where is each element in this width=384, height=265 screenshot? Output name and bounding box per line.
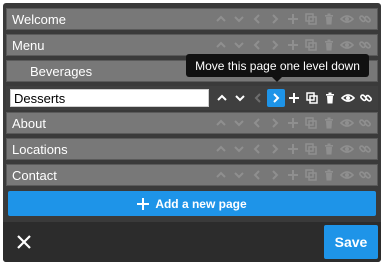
chevron-right-icon[interactable] [266, 166, 284, 184]
copy-icon[interactable] [302, 10, 320, 28]
page-row-desserts[interactable] [6, 86, 378, 110]
row-toolbar [212, 165, 374, 185]
tooltip-arrow [272, 77, 282, 82]
link-icon[interactable] [356, 36, 374, 54]
plus-icon[interactable] [284, 166, 302, 184]
link-icon[interactable] [356, 140, 374, 158]
chevron-down-icon[interactable] [230, 36, 248, 54]
page-row-label: Menu [12, 37, 45, 53]
chevron-left-icon[interactable] [248, 114, 266, 132]
chevron-up-icon[interactable] [212, 36, 230, 54]
chevron-left-icon[interactable] [248, 36, 266, 54]
add-page-label: Add a new page [155, 196, 247, 211]
plus-icon[interactable] [285, 89, 303, 107]
chevron-left-icon[interactable] [248, 140, 266, 158]
copy-icon[interactable] [302, 166, 320, 184]
page-row-label: About [12, 115, 46, 131]
chevron-down-icon[interactable] [230, 10, 248, 28]
chevron-down-icon[interactable] [230, 140, 248, 158]
page-manager-panel: Welcome Menu Beverages Desserts About Lo… [3, 3, 381, 262]
row-toolbar [212, 9, 374, 29]
chevron-up-icon[interactable] [212, 140, 230, 158]
eye-icon[interactable] [338, 140, 356, 158]
chevron-right-icon[interactable] [266, 10, 284, 28]
chevron-left-icon[interactable] [249, 89, 267, 107]
row-toolbar [213, 86, 375, 110]
tooltip-text: Move this page one level down [195, 58, 360, 73]
chevron-up-icon[interactable] [212, 114, 230, 132]
save-button[interactable]: Save [324, 225, 378, 259]
link-icon[interactable] [356, 10, 374, 28]
plus-icon[interactable] [284, 10, 302, 28]
trash-icon[interactable] [320, 166, 338, 184]
add-page-button[interactable]: Add a new page [8, 191, 376, 216]
eye-icon[interactable] [338, 10, 356, 28]
chevron-left-icon[interactable] [248, 166, 266, 184]
plus-icon[interactable] [284, 140, 302, 158]
footer-bar: Save [3, 222, 381, 262]
link-icon[interactable] [356, 114, 374, 132]
chevron-right-icon[interactable] [266, 140, 284, 158]
trash-icon[interactable] [320, 140, 338, 158]
chevron-right-icon[interactable] [266, 114, 284, 132]
tooltip: Move this page one level down [186, 54, 369, 82]
row-toolbar [212, 139, 374, 159]
chevron-down-icon[interactable] [231, 89, 249, 107]
copy-icon[interactable] [302, 140, 320, 158]
chevron-left-icon[interactable] [248, 10, 266, 28]
link-icon[interactable] [357, 89, 375, 107]
chevron-down-icon[interactable] [230, 114, 248, 132]
copy-icon[interactable] [303, 89, 321, 107]
plus-icon[interactable] [284, 114, 302, 132]
eye-icon[interactable] [338, 166, 356, 184]
close-icon[interactable] [15, 233, 33, 251]
page-row-about[interactable]: About [6, 112, 378, 134]
plus-icon [137, 197, 150, 210]
row-toolbar [212, 35, 374, 55]
trash-icon[interactable] [320, 36, 338, 54]
page-row-welcome[interactable]: Welcome [6, 8, 378, 30]
plus-icon[interactable] [284, 36, 302, 54]
eye-icon[interactable] [339, 89, 357, 107]
page-row-menu[interactable]: Menu [6, 34, 378, 56]
chevron-up-icon[interactable] [213, 89, 231, 107]
chevron-down-icon[interactable] [230, 166, 248, 184]
trash-icon[interactable] [321, 89, 339, 107]
trash-icon[interactable] [320, 10, 338, 28]
page-row-contact[interactable]: Contact [6, 164, 378, 186]
chevron-up-icon[interactable] [212, 166, 230, 184]
trash-icon[interactable] [320, 114, 338, 132]
eye-icon[interactable] [338, 114, 356, 132]
row-toolbar [212, 113, 374, 133]
eye-icon[interactable] [338, 36, 356, 54]
chevron-right-icon[interactable] [267, 89, 285, 107]
page-row-label: Contact [12, 167, 57, 183]
page-row-label: Welcome [12, 11, 66, 27]
copy-icon[interactable] [302, 36, 320, 54]
link-icon[interactable] [356, 166, 374, 184]
page-name-input[interactable] [10, 89, 209, 107]
page-row-label: Locations [12, 141, 68, 157]
chevron-right-icon[interactable] [266, 36, 284, 54]
page-row-locations[interactable]: Locations [6, 138, 378, 160]
copy-icon[interactable] [302, 114, 320, 132]
chevron-up-icon[interactable] [212, 10, 230, 28]
